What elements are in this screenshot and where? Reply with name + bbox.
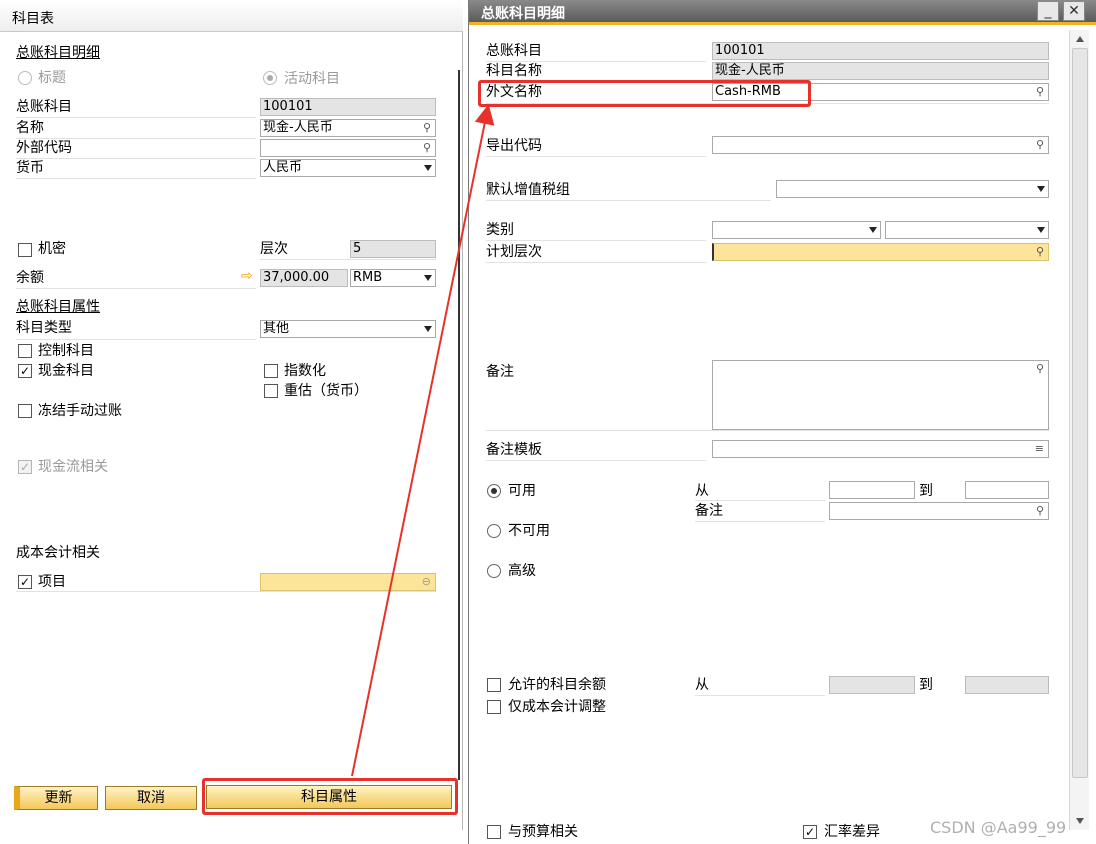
annotation-arrow — [351, 104, 495, 777]
watermark: CSDN @Aa99_99 — [930, 818, 1067, 837]
